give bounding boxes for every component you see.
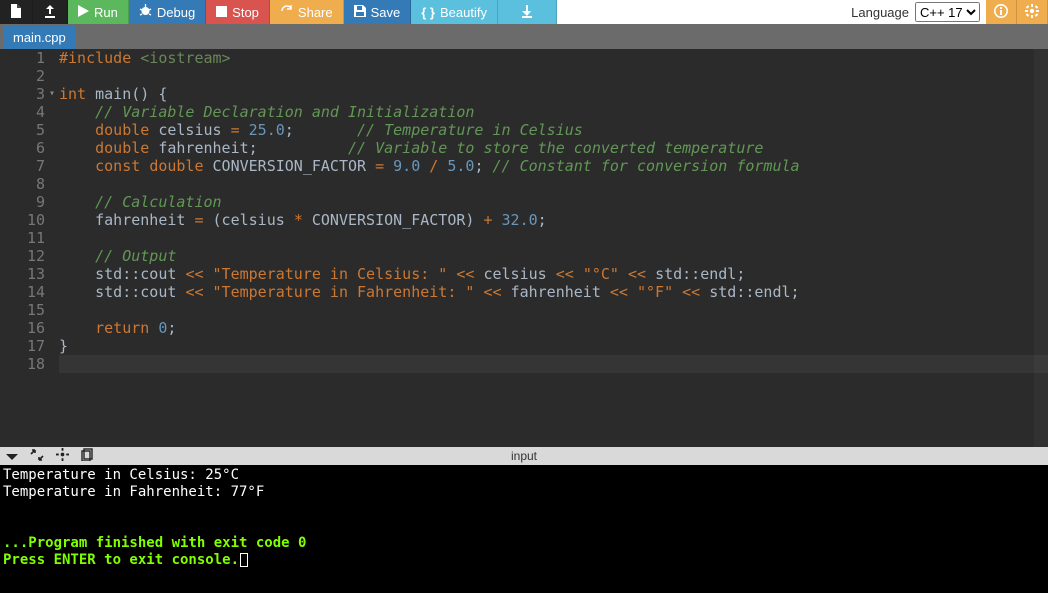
code-line[interactable]: double fahrenheit; // Variable to store …	[59, 139, 1048, 157]
code-line[interactable]: double celsius = 25.0; // Temperature in…	[59, 121, 1048, 139]
gutter-line: 9	[0, 193, 45, 211]
console-line: Temperature in Fahrenheit: 77°F	[3, 484, 1045, 501]
debug-label: Debug	[157, 5, 195, 20]
code-line[interactable]	[59, 229, 1048, 247]
gutter-line: 16	[0, 319, 45, 337]
console-line: Press ENTER to exit console.	[3, 552, 1045, 569]
main-toolbar: Run Debug Stop Share Save { } Beautify L…	[0, 0, 1048, 24]
upload-icon	[43, 4, 57, 21]
gutter-line: 15	[0, 301, 45, 319]
copy-output-icon[interactable]	[75, 447, 100, 465]
run-label: Run	[94, 5, 118, 20]
save-label: Save	[371, 5, 401, 20]
tab-main-cpp[interactable]: main.cpp	[3, 26, 76, 49]
console-cursor	[240, 553, 248, 567]
console-line	[3, 501, 1045, 518]
tab-bar: main.cpp	[0, 24, 1048, 49]
language-select[interactable]: C++ 17	[915, 2, 980, 22]
code-area[interactable]: #include <iostream> int main() { // Varia…	[53, 49, 1048, 447]
code-line[interactable]: std::cout << "Temperature in Celsius: " …	[59, 265, 1048, 283]
info-icon	[994, 4, 1008, 21]
console-line	[3, 518, 1045, 535]
code-line[interactable]: return 0;	[59, 319, 1048, 337]
gutter-line: 11	[0, 229, 45, 247]
save-button[interactable]: Save	[344, 0, 412, 24]
expand-icon[interactable]	[24, 447, 50, 465]
code-editor[interactable]: 123▾456789101112131415161718 #include <i…	[0, 49, 1048, 447]
code-line[interactable]: const double CONVERSION_FACTOR = 9.0 / 5…	[59, 157, 1048, 175]
console-settings-icon[interactable]	[50, 447, 75, 465]
new-file-button[interactable]	[0, 0, 33, 24]
code-line[interactable]: // Variable Declaration and Initializati…	[59, 103, 1048, 121]
code-line[interactable]: std::cout << "Temperature in Fahrenheit:…	[59, 283, 1048, 301]
braces-icon: { }	[421, 5, 435, 20]
gutter-line: 18	[0, 355, 45, 373]
bug-icon	[139, 4, 152, 20]
stop-label: Stop	[232, 5, 259, 20]
save-icon	[354, 5, 366, 20]
upload-button[interactable]	[33, 0, 68, 24]
toolbar-spacer	[557, 0, 845, 24]
info-button[interactable]	[986, 0, 1017, 24]
code-line[interactable]: fahrenheit = (celsius * CONVERSION_FACTO…	[59, 211, 1048, 229]
line-gutter: 123▾456789101112131415161718	[0, 49, 53, 447]
gutter-line: 2	[0, 67, 45, 85]
gutter-line: 12	[0, 247, 45, 265]
code-line[interactable]: int main() {	[59, 85, 1048, 103]
console-output[interactable]: Temperature in Celsius: 25°CTemperature …	[0, 465, 1048, 593]
collapse-icon[interactable]	[0, 447, 24, 465]
gutter-line: 8	[0, 175, 45, 193]
beautify-button[interactable]: { } Beautify	[411, 0, 498, 24]
console-input-label: input	[511, 449, 537, 463]
tab-label: main.cpp	[13, 30, 66, 45]
code-line[interactable]: #include <iostream>	[59, 49, 1048, 67]
code-line[interactable]: // Calculation	[59, 193, 1048, 211]
code-line[interactable]: // Output	[59, 247, 1048, 265]
console-toolbar: input	[0, 447, 1048, 465]
download-icon	[520, 4, 534, 21]
gear-icon	[1025, 4, 1039, 21]
scrollbar[interactable]	[1034, 49, 1048, 447]
console-line: Temperature in Celsius: 25°C	[3, 467, 1045, 484]
code-line[interactable]	[59, 355, 1048, 373]
beautify-label: Beautify	[440, 5, 487, 20]
gutter-line: 13	[0, 265, 45, 283]
gutter-line: 1	[0, 49, 45, 67]
gutter-line: 6	[0, 139, 45, 157]
code-line[interactable]	[59, 301, 1048, 319]
code-line[interactable]	[59, 67, 1048, 85]
language-area: Language C++ 17	[845, 0, 986, 24]
debug-button[interactable]: Debug	[129, 0, 206, 24]
gutter-line: 3▾	[0, 85, 45, 103]
gutter-line: 17	[0, 337, 45, 355]
run-button[interactable]: Run	[68, 0, 129, 24]
stop-icon	[216, 5, 227, 20]
share-label: Share	[298, 5, 333, 20]
stop-button[interactable]: Stop	[206, 0, 270, 24]
share-button[interactable]: Share	[270, 0, 344, 24]
code-line[interactable]: }	[59, 337, 1048, 355]
gutter-line: 4	[0, 103, 45, 121]
gutter-line: 14	[0, 283, 45, 301]
settings-button[interactable]	[1017, 0, 1048, 24]
download-button[interactable]	[498, 0, 557, 24]
file-icon	[10, 4, 22, 21]
play-icon	[78, 5, 89, 20]
share-icon	[280, 4, 293, 20]
language-label: Language	[851, 5, 909, 20]
gutter-line: 10	[0, 211, 45, 229]
gutter-line: 7	[0, 157, 45, 175]
code-line[interactable]	[59, 175, 1048, 193]
gutter-line: 5	[0, 121, 45, 139]
console-line: ...Program finished with exit code 0	[3, 535, 1045, 552]
